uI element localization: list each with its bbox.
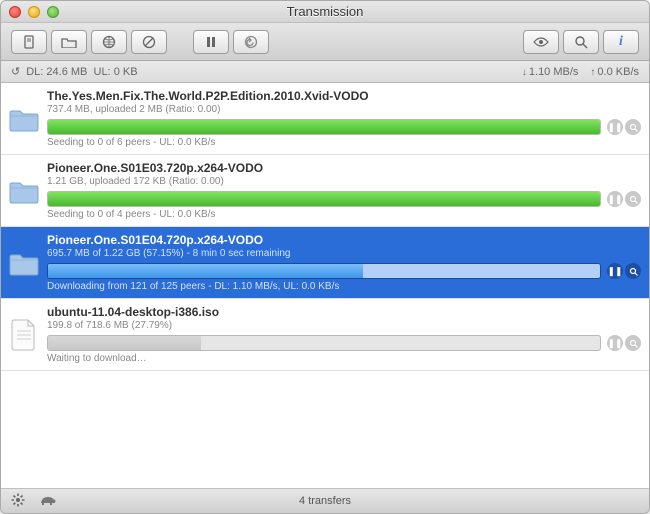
- dl-label: DL:: [26, 66, 43, 78]
- app-window: Transmission i ↺ DL: 24.6 MB UL: 0 KB ↓1…: [0, 0, 650, 514]
- progress-bar: [47, 335, 601, 351]
- reveal-button[interactable]: [625, 263, 641, 279]
- folder-icon: [7, 161, 41, 220]
- progress-bar: [47, 119, 601, 135]
- speed-limit-turtle-icon[interactable]: [39, 494, 57, 509]
- progress-bar: [47, 263, 601, 279]
- pause-resume-button[interactable]: ❚❚: [607, 335, 623, 351]
- pause-resume-button[interactable]: ❚❚: [607, 191, 623, 207]
- reveal-button[interactable]: [625, 335, 641, 351]
- resume-all-button[interactable]: [233, 30, 269, 54]
- pause-resume-button[interactable]: ❚❚: [607, 263, 623, 279]
- ul-value: 0 KB: [114, 66, 138, 78]
- ul-label: UL:: [94, 66, 111, 78]
- transfer-count: 4 transfers: [1, 495, 649, 507]
- pause-resume-button[interactable]: ❚❚: [607, 119, 623, 135]
- transfer-meta: 1.21 GB, uploaded 172 KB (Ratio: 0.00): [47, 176, 641, 187]
- transfer-status: Waiting to download…: [47, 353, 641, 364]
- global-ratio-icon: ↺: [11, 65, 20, 78]
- down-rate: ↓1.10 MB/s: [522, 66, 579, 78]
- folder-icon: [7, 233, 41, 292]
- transfer-meta: 695.7 MB of 1.22 GB (57.15%) - 8 min 0 s…: [47, 248, 641, 259]
- transfer-status: Downloading from 121 of 125 peers - DL: …: [47, 281, 641, 292]
- transfer-status: Seeding to 0 of 4 peers - UL: 0.0 KB/s: [47, 209, 641, 220]
- settings-gear-icon[interactable]: [11, 493, 25, 510]
- pause-all-button[interactable]: [193, 30, 229, 54]
- footer-bar: 4 transfers: [1, 489, 649, 513]
- dl-value: 24.6 MB: [46, 66, 87, 78]
- transfer-title: ubuntu-11.04-desktop-i386.iso: [47, 305, 641, 319]
- up-rate: ↑0.0 KB/s: [590, 66, 639, 78]
- transfer-status: Seeding to 0 of 6 peers - UL: 0.0 KB/s: [47, 137, 641, 148]
- create-torrent-button[interactable]: [11, 30, 47, 54]
- stats-bar: ↺ DL: 24.6 MB UL: 0 KB ↓1.10 MB/s ↑0.0 K…: [1, 61, 649, 83]
- reveal-button[interactable]: [625, 191, 641, 207]
- transfer-title: The.Yes.Men.Fix.The.World.P2P.Edition.20…: [47, 89, 641, 103]
- transfer-list[interactable]: The.Yes.Men.Fix.The.World.P2P.Edition.20…: [1, 83, 649, 489]
- transfer-meta: 199.8 of 718.6 MB (27.79%): [47, 320, 641, 331]
- transfer-row[interactable]: The.Yes.Men.Fix.The.World.P2P.Edition.20…: [1, 83, 649, 155]
- folder-icon: [7, 89, 41, 148]
- transfer-title: Pioneer.One.S01E04.720p.x264-VODO: [47, 233, 641, 247]
- transfer-row[interactable]: Pioneer.One.S01E04.720p.x264-VODO695.7 M…: [1, 227, 649, 299]
- window-title: Transmission: [1, 4, 649, 19]
- progress-bar: [47, 191, 601, 207]
- toolbar: i: [1, 23, 649, 61]
- remove-button[interactable]: [131, 30, 167, 54]
- titlebar: Transmission: [1, 1, 649, 23]
- quicklook-button[interactable]: [523, 30, 559, 54]
- transfer-title: Pioneer.One.S01E03.720p.x264-VODO: [47, 161, 641, 175]
- transfer-row[interactable]: ubuntu-11.04-desktop-i386.iso199.8 of 71…: [1, 299, 649, 371]
- info-button[interactable]: i: [603, 30, 639, 54]
- file-icon: [7, 305, 41, 364]
- search-button[interactable]: [563, 30, 599, 54]
- transfer-meta: 737.4 MB, uploaded 2 MB (Ratio: 0.00): [47, 104, 641, 115]
- transfer-row[interactable]: Pioneer.One.S01E03.720p.x264-VODO1.21 GB…: [1, 155, 649, 227]
- open-web-button[interactable]: [91, 30, 127, 54]
- reveal-button[interactable]: [625, 119, 641, 135]
- open-torrent-button[interactable]: [51, 30, 87, 54]
